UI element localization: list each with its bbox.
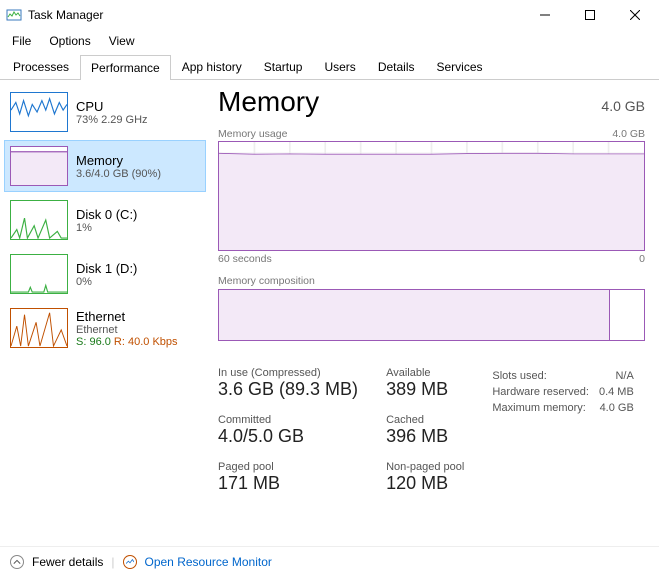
memory-thumb-icon (10, 146, 68, 186)
content: CPU 73% 2.29 GHz Memory 3.6/4.0 GB (90%)… (0, 80, 659, 546)
available-label: Available (386, 367, 464, 379)
titlebar: Task Manager (0, 0, 659, 30)
memory-sub: 3.6/4.0 GB (90%) (76, 168, 161, 180)
sidebar-item-disk1[interactable]: Disk 1 (D:) 0% (4, 248, 206, 300)
cpu-sub: 73% 2.29 GHz (76, 114, 148, 126)
tab-performance[interactable]: Performance (80, 55, 171, 80)
composition-label: Memory composition (218, 275, 645, 287)
window-controls (522, 0, 657, 30)
disk0-title: Disk 0 (C:) (76, 207, 137, 222)
sidebar-item-memory[interactable]: Memory 3.6/4.0 GB (90%) (4, 140, 206, 192)
disk1-thumb-icon (10, 254, 68, 294)
slots-label: Slots used: (488, 369, 593, 383)
memory-capacity: 4.0 GB (601, 98, 645, 114)
ethernet-thumb-icon (10, 308, 68, 348)
cpu-title: CPU (76, 99, 148, 114)
disk1-title: Disk 1 (D:) (76, 261, 137, 276)
disk0-thumb-icon (10, 200, 68, 240)
paged-value: 171 MB (218, 473, 358, 494)
paged-label: Paged pool (218, 461, 358, 473)
committed-label: Committed (218, 414, 358, 426)
max-memory-label: Maximum memory: (488, 401, 593, 415)
tab-users[interactable]: Users (313, 54, 366, 79)
tab-details[interactable]: Details (367, 54, 426, 79)
available-value: 389 MB (386, 379, 464, 400)
page-title: Memory (218, 86, 319, 118)
cpu-thumb-icon (10, 92, 68, 132)
usage-chart (218, 141, 645, 251)
tab-processes[interactable]: Processes (2, 54, 80, 79)
tab-app-history[interactable]: App history (171, 54, 253, 79)
cached-label: Cached (386, 414, 464, 426)
menubar: File Options View (0, 30, 659, 52)
hw-reserved-value: 0.4 MB (595, 385, 638, 399)
maximize-button[interactable] (567, 0, 612, 30)
sidebar-item-ethernet[interactable]: Ethernet Ethernet S: 96.0 R: 40.0 Kbps (4, 302, 206, 354)
chevron-up-icon[interactable] (10, 555, 24, 569)
tab-services[interactable]: Services (426, 54, 494, 79)
in-use-label: In use (Compressed) (218, 367, 358, 379)
axis-left: 60 seconds (218, 253, 272, 265)
window-title: Task Manager (28, 8, 522, 22)
nonpaged-value: 120 MB (386, 473, 464, 494)
hw-reserved-label: Hardware reserved: (488, 385, 593, 399)
menu-options[interactable]: Options (41, 32, 98, 50)
max-memory-value: 4.0 GB (595, 401, 638, 415)
tab-strip: Processes Performance App history Startu… (0, 54, 659, 80)
slots-value: N/A (595, 369, 638, 383)
composition-chart (218, 289, 645, 341)
committed-value: 4.0/5.0 GB (218, 426, 358, 447)
tab-startup[interactable]: Startup (253, 54, 314, 79)
usage-chart-max: 4.0 GB (612, 128, 645, 140)
sidebar-item-disk0[interactable]: Disk 0 (C:) 1% (4, 194, 206, 246)
disk1-sub: 0% (76, 276, 137, 288)
ethernet-title: Ethernet (76, 309, 178, 324)
menu-file[interactable]: File (4, 32, 39, 50)
close-button[interactable] (612, 0, 657, 30)
main-panel: Memory 4.0 GB Memory usage 4.0 GB 60 sec… (210, 80, 659, 546)
sidebar-item-cpu[interactable]: CPU 73% 2.29 GHz (4, 86, 206, 138)
open-resource-monitor-link[interactable]: Open Resource Monitor (145, 555, 272, 569)
cached-value: 396 MB (386, 426, 464, 447)
memory-title: Memory (76, 153, 161, 168)
sidebar: CPU 73% 2.29 GHz Memory 3.6/4.0 GB (90%)… (0, 80, 210, 546)
in-use-value: 3.6 GB (89.3 MB) (218, 379, 358, 400)
footer: Fewer details | Open Resource Monitor (0, 546, 659, 577)
stats-block: In use (Compressed) 3.6 GB (89.3 MB) Ava… (218, 367, 645, 494)
menu-view[interactable]: View (101, 32, 143, 50)
nonpaged-label: Non-paged pool (386, 461, 464, 473)
axis-right: 0 (639, 253, 645, 265)
ethernet-sub2: S: 96.0 R: 40.0 Kbps (76, 336, 178, 348)
app-icon (6, 7, 22, 23)
separator: | (111, 555, 114, 569)
usage-chart-label: Memory usage (218, 128, 287, 140)
resmon-icon (123, 555, 137, 569)
minimize-button[interactable] (522, 0, 567, 30)
disk0-sub: 1% (76, 222, 137, 234)
composition-fill (219, 290, 610, 340)
ethernet-sub1: Ethernet (76, 324, 178, 336)
fewer-details-link[interactable]: Fewer details (32, 555, 103, 569)
